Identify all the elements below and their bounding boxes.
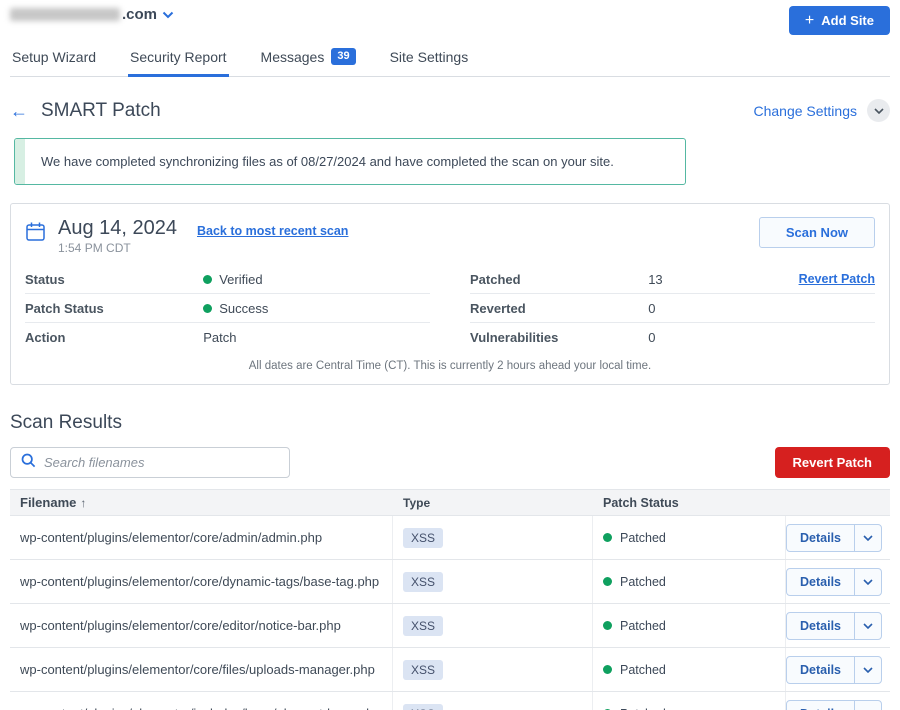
vulnerability-type-badge: XSS: [403, 616, 443, 636]
tab-messages[interactable]: Messages 39: [259, 40, 358, 77]
banner-accent-stripe: [15, 139, 25, 184]
results-toolbar: Revert Patch: [10, 447, 890, 478]
chevron-down-icon: [863, 535, 873, 541]
site-domain-suffix: .com: [122, 6, 157, 23]
banner-message: We have completed synchronizing files as…: [25, 139, 630, 184]
details-dropdown-toggle[interactable]: [854, 701, 881, 710]
scan-detail-right-column: Patched 13 Revert Patch Reverted 0 Vulne…: [470, 265, 875, 352]
vulnerabilities-row: Vulnerabilities 0: [470, 323, 875, 352]
change-settings-link[interactable]: Change Settings: [753, 103, 857, 119]
details-button[interactable]: Details: [787, 613, 854, 639]
add-site-label: Add Site: [821, 13, 874, 28]
details-button[interactable]: Details: [787, 525, 854, 551]
patch-status-row: Patch Status Success: [25, 294, 430, 323]
chevron-down-icon: [863, 579, 873, 585]
table-row: wp-content/plugins/elementor/core/editor…: [10, 604, 890, 648]
status-dot-green: [603, 621, 612, 630]
revert-patch-link[interactable]: Revert Patch: [799, 272, 875, 286]
action-row: Action Patch: [25, 323, 430, 352]
sort-ascending-icon: ↑: [80, 496, 86, 510]
details-button[interactable]: Details: [787, 701, 854, 710]
page: .com + Add Site Setup Wizard Security Re…: [0, 0, 900, 710]
tab-bar: Setup Wizard Security Report Messages 39…: [10, 40, 890, 77]
timezone-note: All dates are Central Time (CT). This is…: [11, 352, 889, 384]
scan-detail-left-column: Status Verified Patch Status Success Act…: [25, 265, 430, 352]
row-filename: wp-content/plugins/elementor/core/admin/…: [10, 530, 392, 545]
row-patch-status: Patched: [620, 531, 666, 545]
plus-icon: +: [805, 13, 814, 29]
status-dot-green: [603, 665, 612, 674]
scan-results-title: Scan Results: [10, 412, 890, 434]
row-filename: wp-content/plugins/elementor/includes/ba…: [10, 706, 392, 710]
back-to-recent-scan-link[interactable]: Back to most recent scan: [197, 224, 348, 238]
chevron-down-icon: [874, 108, 884, 114]
column-header-actions: [785, 490, 890, 515]
column-header-type[interactable]: Type: [392, 490, 592, 515]
details-split-button[interactable]: Details: [786, 700, 882, 710]
vulnerability-type-badge: XSS: [403, 528, 443, 548]
table-row: wp-content/plugins/elementor/core/files/…: [10, 648, 890, 692]
search-box: [10, 447, 290, 478]
scan-results-table: Filename↑ Type Patch Status wp-content/p…: [10, 489, 890, 710]
status-row: Status Verified: [25, 265, 430, 294]
status-dot-green: [603, 533, 612, 542]
messages-count-badge: 39: [331, 48, 355, 65]
search-icon: [21, 453, 36, 473]
chevron-down-icon: [162, 11, 174, 19]
tab-security-report[interactable]: Security Report: [128, 40, 228, 77]
details-button[interactable]: Details: [787, 569, 854, 595]
vulnerability-type-badge: XSS: [403, 704, 443, 710]
details-split-button[interactable]: Details: [786, 612, 882, 640]
table-header: Filename↑ Type Patch Status: [10, 490, 890, 516]
scan-now-button[interactable]: Scan Now: [759, 217, 875, 248]
table-row: wp-content/plugins/elementor/core/dynami…: [10, 560, 890, 604]
details-dropdown-toggle[interactable]: [854, 569, 881, 595]
row-filename: wp-content/plugins/elementor/core/editor…: [10, 618, 392, 633]
collapse-toggle-button[interactable]: [867, 99, 890, 122]
row-patch-status: Patched: [620, 663, 666, 677]
tab-site-settings[interactable]: Site Settings: [388, 40, 471, 77]
details-split-button[interactable]: Details: [786, 524, 882, 552]
calendar-icon: [25, 221, 46, 247]
sync-status-banner: We have completed synchronizing files as…: [14, 138, 686, 185]
details-dropdown-toggle[interactable]: [854, 525, 881, 551]
vulnerability-type-badge: XSS: [403, 572, 443, 592]
page-title: SMART Patch: [41, 100, 161, 122]
column-header-filename[interactable]: Filename↑: [10, 495, 392, 510]
details-dropdown-toggle[interactable]: [854, 613, 881, 639]
row-filename: wp-content/plugins/elementor/core/dynami…: [10, 574, 392, 589]
page-header: ← SMART Patch Change Settings: [10, 99, 890, 122]
add-site-button[interactable]: + Add Site: [789, 6, 890, 35]
search-input[interactable]: [44, 455, 279, 470]
row-patch-status: Patched: [620, 619, 666, 633]
details-split-button[interactable]: Details: [786, 656, 882, 684]
patched-row: Patched 13 Revert Patch: [470, 265, 875, 294]
table-row: wp-content/plugins/elementor/includes/ba…: [10, 692, 890, 710]
scan-time: 1:54 PM CDT: [58, 241, 177, 255]
tab-setup-wizard[interactable]: Setup Wizard: [10, 40, 98, 77]
chevron-down-icon: [863, 667, 873, 673]
top-header: .com + Add Site: [10, 0, 890, 36]
revert-patch-button[interactable]: Revert Patch: [775, 447, 890, 478]
scan-summary-card: Aug 14, 2024 1:54 PM CDT Back to most re…: [10, 203, 890, 385]
details-button[interactable]: Details: [787, 657, 854, 683]
column-header-patch-status[interactable]: Patch Status: [592, 490, 785, 515]
row-patch-status: Patched: [620, 575, 666, 589]
details-dropdown-toggle[interactable]: [854, 657, 881, 683]
scan-date: Aug 14, 2024: [58, 217, 177, 239]
vulnerability-type-badge: XSS: [403, 660, 443, 680]
chevron-down-icon: [863, 623, 873, 629]
details-split-button[interactable]: Details: [786, 568, 882, 596]
status-dot-green: [203, 275, 212, 284]
status-dot-green: [603, 577, 612, 586]
reverted-row: Reverted 0: [470, 294, 875, 323]
row-filename: wp-content/plugins/elementor/core/files/…: [10, 662, 392, 677]
status-dot-green: [203, 304, 212, 313]
site-selector[interactable]: .com: [10, 6, 174, 23]
site-domain-redacted: [10, 8, 120, 21]
back-arrow-icon[interactable]: ←: [10, 102, 28, 120]
table-row: wp-content/plugins/elementor/core/admin/…: [10, 516, 890, 560]
